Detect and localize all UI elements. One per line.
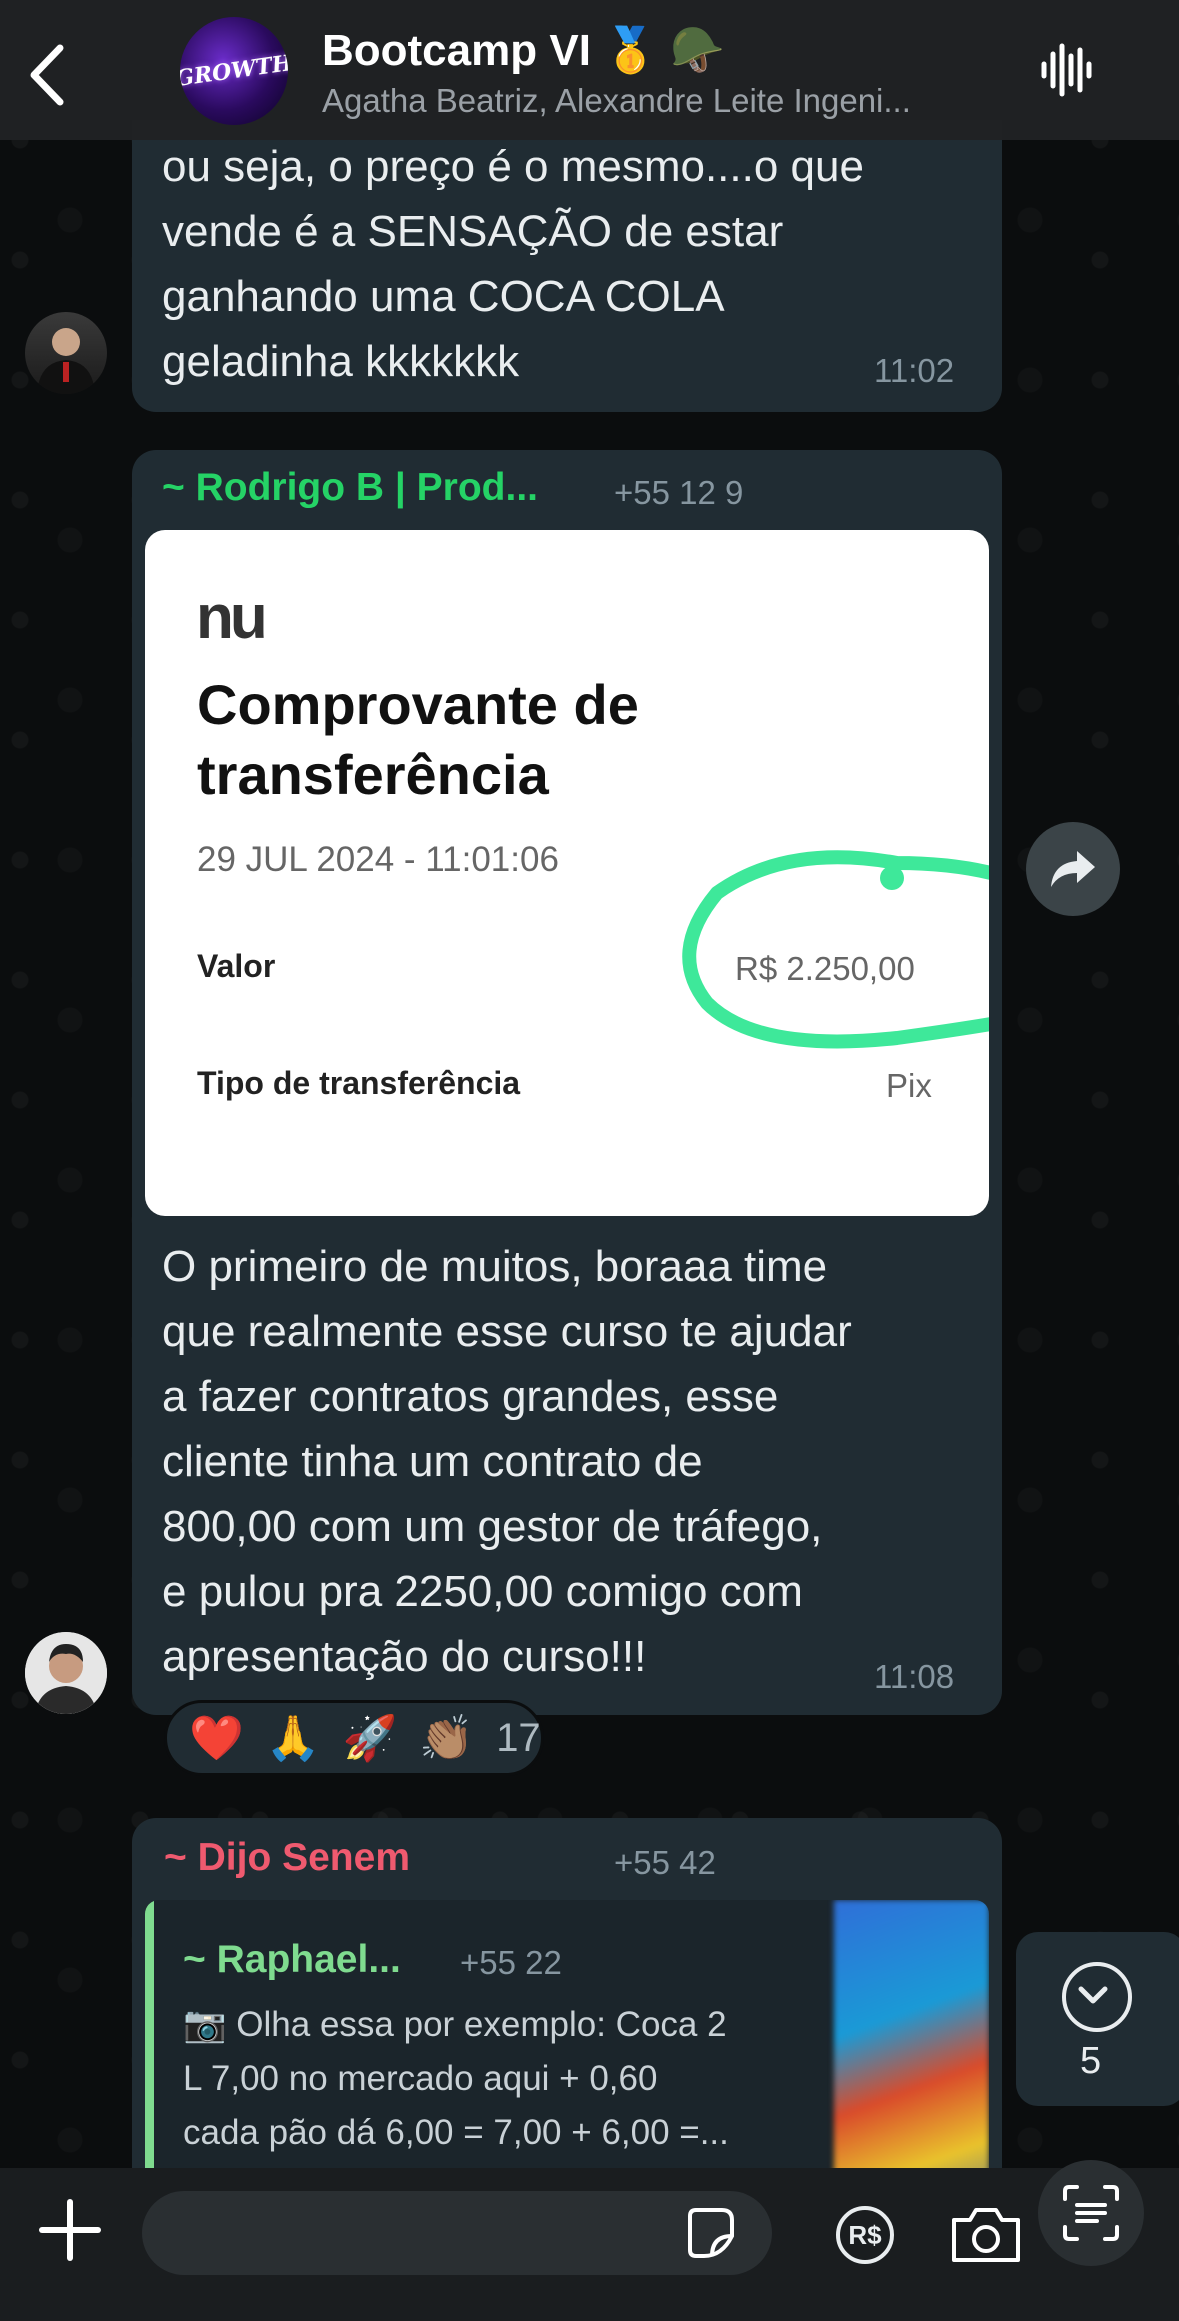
group-title[interactable]: Bootcamp VI 🥇 🪖 (322, 24, 725, 76)
reaction-count: 17 (496, 1715, 541, 1760)
receipt-image[interactable]: nu Comprovante de transferência 29 JUL 2… (145, 530, 989, 1216)
receipt-title: Comprovante de transferência (197, 673, 639, 806)
back-icon[interactable] (22, 40, 72, 110)
quote-text: 📷 Olha essa por exemplo: Coca 2 L 7,00 n… (183, 2005, 729, 2152)
plus-icon[interactable] (38, 2198, 102, 2262)
receipt-tipo-label: Tipo de transferência (197, 1065, 521, 1101)
message-input[interactable] (142, 2191, 772, 2275)
group-members[interactable]: Agatha Beatriz, Alexandre Leite Ingeni..… (322, 82, 1002, 120)
sender-phone: +55 42 (614, 1844, 716, 1881)
reaction-heart: ❤️ (189, 1714, 244, 1763)
reactions-bar[interactable]: ❤️ 🙏 🚀 👏🏽 17 (164, 1700, 544, 1776)
receipt-valor-label: Valor (197, 948, 276, 984)
reaction-rocket: 🚀 (342, 1714, 398, 1763)
camera-icon[interactable] (950, 2206, 1022, 2264)
sender-phone: +55 12 9 (614, 474, 744, 511)
composer-bar: R$ (0, 2168, 1179, 2321)
chevron-down-icon (1062, 1962, 1132, 2032)
unread-count: 5 (1080, 2040, 1102, 2082)
quote-phone: +55 22 (460, 1944, 562, 1981)
scan-text-icon (1063, 2185, 1119, 2241)
group-avatar[interactable]: GROWTH (180, 17, 288, 125)
forward-icon (1051, 851, 1095, 887)
forward-button[interactable] (1026, 822, 1120, 916)
payment-icon[interactable]: R$ (836, 2206, 894, 2264)
message-time: 11:08 (874, 1658, 955, 1695)
sender-name[interactable]: ~ Dijo Senem (164, 1836, 410, 1880)
message-bubble[interactable]: ou seja, o preço é o mesmo....o que vend… (132, 120, 1002, 412)
receipt-tipo: Pix (886, 1067, 932, 1104)
chat-header: GROWTH Bootcamp VI 🥇 🪖 Agatha Beatriz, A… (0, 0, 1179, 140)
scan-text-button[interactable] (1038, 2160, 1144, 2266)
voice-chat-icon[interactable] (1038, 42, 1094, 98)
quote-sender: ~ Raphael... (183, 1938, 401, 1981)
sender-name[interactable]: ~ Rodrigo B | Prod... (162, 466, 538, 510)
reaction-pray: 🙏 (265, 1714, 321, 1763)
message-time: 11:02 (874, 352, 955, 389)
avatar[interactable] (25, 1632, 107, 1714)
receipt-date: 29 JUL 2024 - 11:01:06 (197, 840, 559, 879)
message-text: ou seja, o preço é o mesmo....o que vend… (162, 142, 864, 386)
sticker-icon[interactable] (682, 2206, 736, 2260)
nubank-logo: nu (196, 583, 268, 652)
group-avatar-text: GROWTH (180, 49, 288, 93)
avatar[interactable] (25, 312, 107, 394)
reaction-clap: 👏🏽 (419, 1714, 475, 1763)
message-text: O primeiro de muitos, boraaa time que re… (162, 1242, 852, 1681)
highlight-circle (682, 850, 989, 1049)
scroll-to-bottom-button[interactable]: 5 (1016, 1932, 1179, 2106)
